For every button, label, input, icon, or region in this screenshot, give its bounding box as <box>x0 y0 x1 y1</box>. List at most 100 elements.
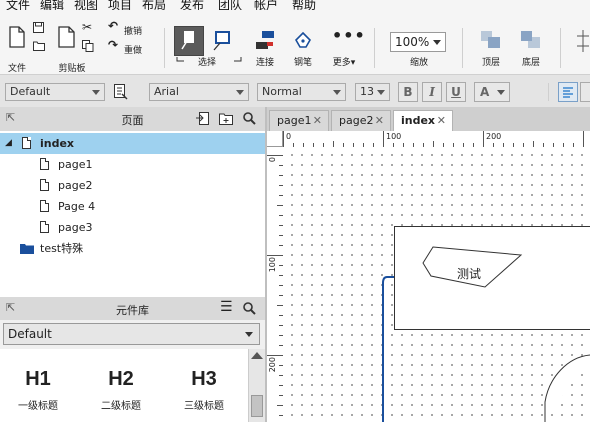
page-tree-item-page1[interactable]: page1 <box>0 154 265 175</box>
font-weight-select[interactable]: Normal <box>257 83 346 101</box>
page-tree-item-page-4[interactable]: Page 4 <box>0 196 265 217</box>
page-tree-item-index[interactable]: ◢ index <box>0 133 265 154</box>
send-to-back-button[interactable]: 底层 <box>514 28 548 70</box>
page-tree-label: test特殊 <box>40 242 84 255</box>
ruler-label: 200 <box>268 357 277 373</box>
italic-button[interactable]: I <box>422 82 442 102</box>
redo-icon: ↷ <box>108 38 119 52</box>
clipboard-label: 剪贴板 <box>58 64 86 74</box>
new-file-button[interactable]: 文件 <box>4 18 30 74</box>
widget-h3-preview: H3 <box>191 368 217 390</box>
paste-icon <box>58 26 75 48</box>
connector-line <box>382 276 394 422</box>
select-intersect-button[interactable] <box>174 26 204 56</box>
save-icon[interactable] <box>33 22 44 33</box>
menu-help[interactable]: 帮助 <box>292 0 316 10</box>
page-tree-item-page2[interactable]: page2 <box>0 175 265 196</box>
ruler-label: 0 <box>286 132 292 141</box>
style-select-value: Default <box>10 85 51 98</box>
connector-icon <box>256 31 274 49</box>
font-color-button[interactable]: A <box>474 82 510 102</box>
connect-label: 连接 <box>255 58 274 68</box>
menu-view[interactable]: 视图 <box>74 0 98 10</box>
widget-h2-preview: H2 <box>108 368 134 390</box>
page-icon <box>40 158 49 170</box>
bold-button[interactable]: B <box>398 82 418 102</box>
chevron-down-icon <box>497 90 505 95</box>
chevron-down-icon <box>333 90 341 95</box>
pen-icon <box>295 32 311 48</box>
page-tree-label: page2 <box>58 179 93 192</box>
tab-label: index <box>401 114 436 127</box>
file-label: 文件 <box>7 64 26 74</box>
format-toolbar: Default Arial Normal 13 B I U A <box>0 75 590 108</box>
undo-icon: ↶ <box>108 19 119 33</box>
format-painter-icon[interactable] <box>114 84 128 100</box>
menu-publish[interactable]: 发布 <box>180 0 204 10</box>
circle-shape <box>544 354 590 422</box>
menu-account[interactable]: 帐户 <box>254 0 278 10</box>
add-folder-icon[interactable] <box>219 112 233 125</box>
ruler-ticks <box>267 155 283 416</box>
open-folder-icon[interactable] <box>33 41 45 51</box>
pen-button[interactable]: 钢笔 <box>288 28 318 70</box>
menu-icon[interactable]: ☰ <box>220 299 233 315</box>
bring-to-front-button[interactable]: 顶层 <box>474 28 508 70</box>
library-select[interactable]: Default <box>3 323 260 345</box>
align-center-button[interactable] <box>580 82 590 102</box>
tab-page2[interactable]: page2 ✕ <box>331 110 391 131</box>
widget-h2[interactable]: H2 二级标题 <box>91 368 151 412</box>
widget-h3-label: 三级标题 <box>184 401 224 412</box>
font-family-select[interactable]: Arial <box>149 83 249 101</box>
polygon-text: 测试 <box>457 267 482 281</box>
scrollbar-thumb[interactable] <box>251 395 263 417</box>
page-icon <box>40 200 49 212</box>
align-left-button[interactable] <box>558 82 578 102</box>
group-icon[interactable] <box>576 30 590 52</box>
widget-h3[interactable]: H3 三级标题 <box>174 368 234 412</box>
undo-label: 撤销 <box>124 27 143 37</box>
search-icon[interactable] <box>243 112 256 125</box>
underline-button[interactable]: U <box>446 82 466 102</box>
zoom-select[interactable]: 100% <box>390 32 446 52</box>
menu-layout[interactable]: 布局 <box>142 0 166 10</box>
font-family-value: Arial <box>154 85 179 98</box>
more-button[interactable]: ••• 更多▾ <box>328 26 365 70</box>
connect-button[interactable]: 连接 <box>248 28 282 70</box>
menu-file[interactable]: 文件 <box>6 0 30 10</box>
search-icon[interactable] <box>243 302 256 315</box>
copy-icon[interactable] <box>82 40 94 52</box>
font-size-select[interactable]: 13 <box>355 83 390 101</box>
page-tree-item-test-folder[interactable]: test特殊 <box>0 238 265 259</box>
cut-icon[interactable]: ✂ <box>82 21 92 33</box>
collapse-triangle-icon[interactable]: ◢ <box>5 133 12 154</box>
ruler-label: 0 <box>268 157 277 163</box>
select-contain-button[interactable] <box>210 26 238 56</box>
scroll-up-icon[interactable] <box>251 352 263 359</box>
menu-edit[interactable]: 编辑 <box>40 0 64 10</box>
chevron-down-icon <box>433 40 441 45</box>
chevron-down-icon <box>245 332 253 337</box>
ruler-label: 100 <box>268 257 277 273</box>
library-scrollbar[interactable] <box>248 349 266 422</box>
tab-label: page1 <box>277 114 312 127</box>
tab-index[interactable]: index ✕ <box>393 110 453 132</box>
font-size-value: 13 <box>360 85 374 98</box>
add-page-icon[interactable] <box>196 112 209 125</box>
widget-h1[interactable]: H1 一级标题 <box>8 368 68 412</box>
widget-h2-label: 二级标题 <box>101 401 141 412</box>
select-contain-icon <box>213 31 230 51</box>
close-icon[interactable]: ✕ <box>437 111 446 130</box>
font-color-label: A <box>480 85 490 99</box>
style-select[interactable]: Default <box>5 83 105 101</box>
undo-button[interactable]: ↶ 撤销 <box>108 19 148 37</box>
page-tree-item-page3[interactable]: page3 <box>0 217 265 238</box>
redo-button[interactable]: ↷ 重做 <box>108 38 148 56</box>
tab-page1[interactable]: page1 ✕ <box>269 110 329 131</box>
close-icon[interactable]: ✕ <box>375 111 384 130</box>
close-icon[interactable]: ✕ <box>313 111 322 130</box>
send-to-back-icon <box>521 31 540 48</box>
design-canvas[interactable]: 测试 <box>283 147 590 422</box>
menu-project[interactable]: 项目 <box>108 0 132 10</box>
menu-team[interactable]: 团队 <box>218 0 242 10</box>
